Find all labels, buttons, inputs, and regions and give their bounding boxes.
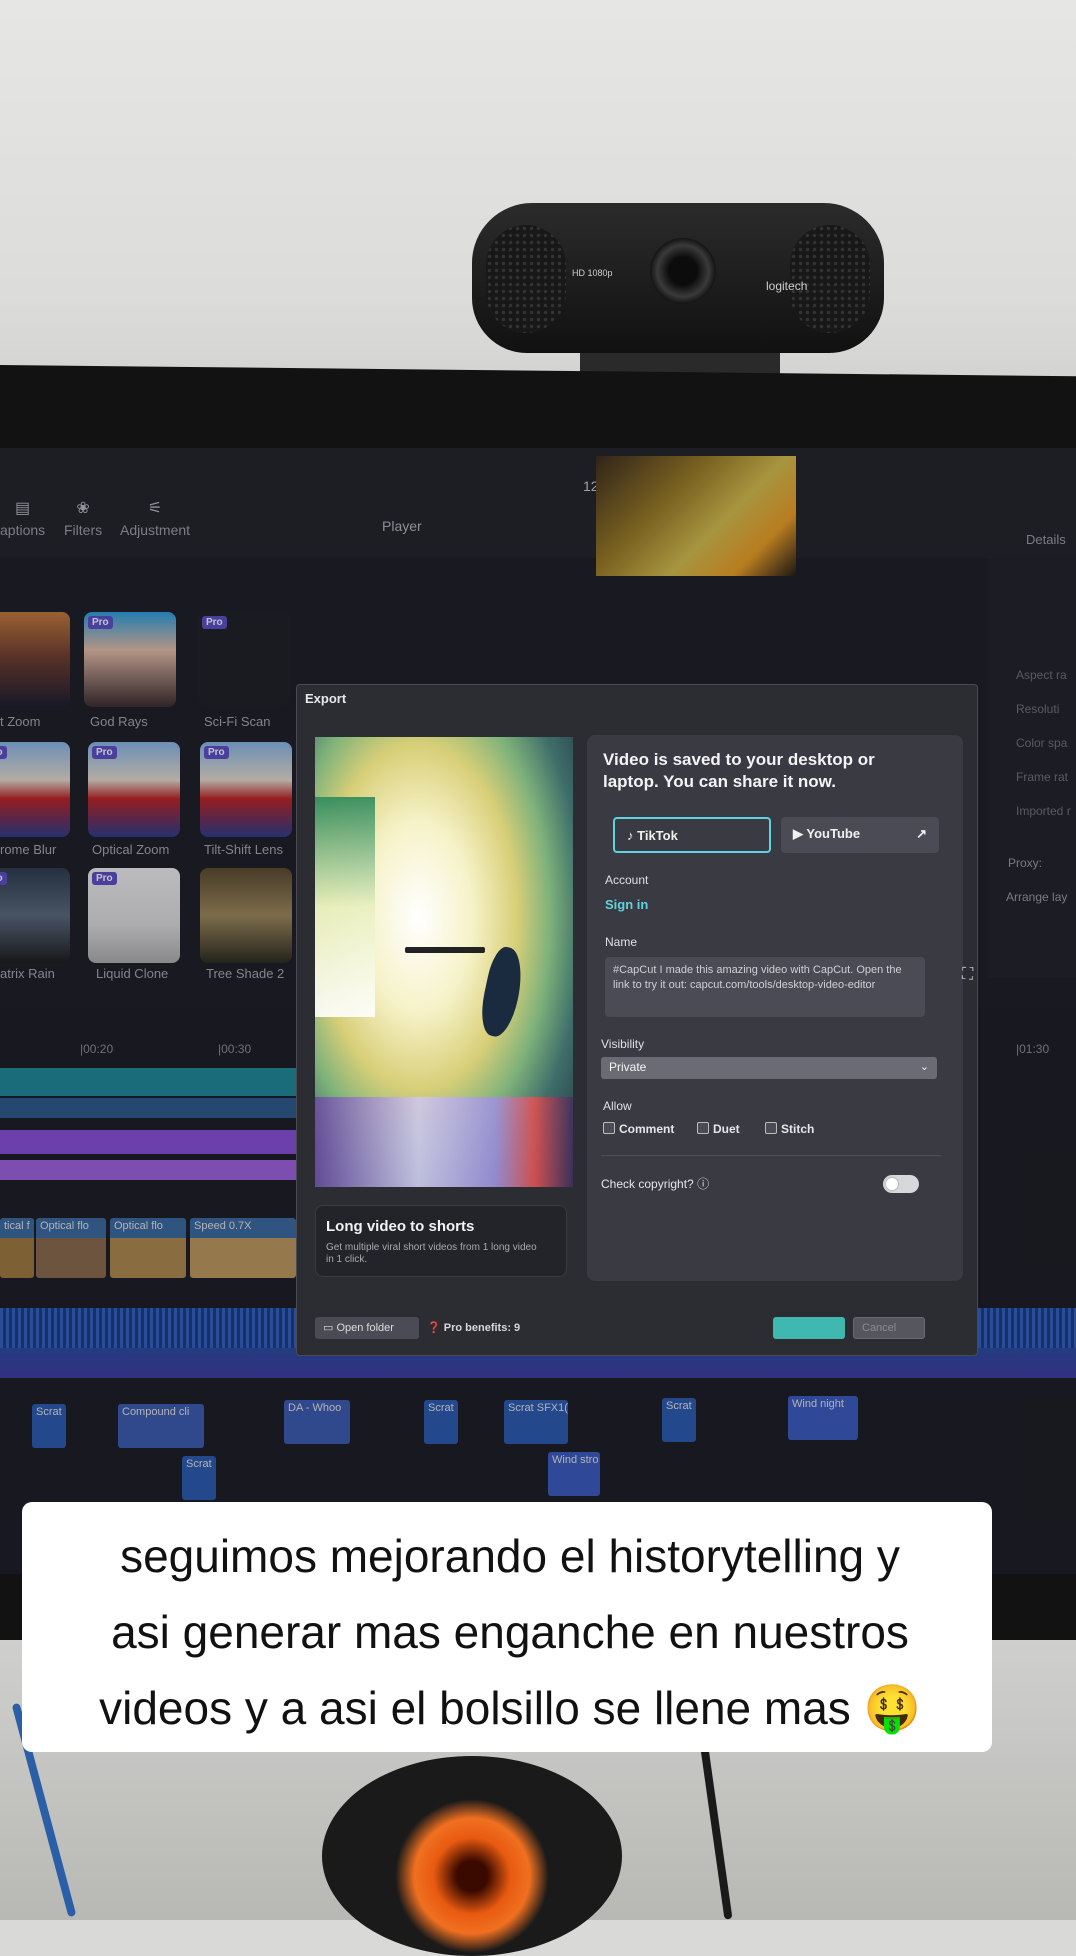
allow-label: Allow <box>603 1099 632 1113</box>
export-dialog: Export Long video to shorts Get multiple… <box>296 684 978 1356</box>
check-copyright-text: Check copyright? <box>601 1177 694 1191</box>
monitor-screen: 1203 ▤ aptions ❀ Filters ⚟ Adjustment Pl… <box>0 448 1076 1574</box>
help-icon: ❓ <box>427 1322 444 1334</box>
checkbox-icon <box>603 1122 615 1134</box>
allow-duet-checkbox[interactable]: Duet <box>697 1122 740 1136</box>
caption-text: seguimos mejorando el historytelling y a… <box>40 1518 980 1746</box>
visibility-select[interactable]: Private ⌄ <box>601 1057 937 1079</box>
chevron-down-icon: ⌄ <box>919 1061 929 1073</box>
pro-benefits[interactable]: ❓ Pro benefits: 9 <box>427 1321 520 1334</box>
visibility-label: Visibility <box>601 1037 645 1051</box>
cancel-button[interactable]: Cancel <box>853 1317 925 1339</box>
share-heading: Video is saved to your desktop or laptop… <box>603 750 875 791</box>
allow-duet-label: Duet <box>713 1122 740 1136</box>
toggle-knob <box>886 1178 898 1190</box>
long-video-to-shorts-card[interactable]: Long video to shorts Get multiple viral … <box>315 1205 567 1277</box>
checkbox-icon <box>765 1122 777 1134</box>
checkbox-icon <box>697 1122 709 1134</box>
copyright-toggle[interactable] <box>883 1175 919 1193</box>
pro-benefits-label: Pro benefits: 9 <box>443 1322 521 1334</box>
external-link-icon: ↗ <box>916 826 927 841</box>
allow-comment-checkbox[interactable]: Comment <box>603 1122 674 1136</box>
preview-figure <box>476 944 528 1040</box>
export-title: Export <box>305 691 347 706</box>
webcam-lens <box>650 238 716 304</box>
tiktok-label: TikTok <box>637 828 678 843</box>
cancel-label: Cancel <box>862 1322 897 1334</box>
lts-title: Long video to shorts <box>326 1218 475 1235</box>
youtube-button[interactable]: ▶ YouTube ↗ <box>781 817 939 853</box>
visibility-value: Private <box>609 1060 647 1074</box>
help-icon: ⓘ <box>697 1177 710 1191</box>
allow-stitch-label: Stitch <box>781 1122 815 1136</box>
allow-stitch-checkbox[interactable]: Stitch <box>765 1122 814 1136</box>
sign-in-link[interactable]: Sign in <box>605 897 648 912</box>
folder-icon: ▭ <box>323 1322 337 1334</box>
youtube-icon: ▶ <box>793 826 807 841</box>
account-label: Account <box>605 873 649 887</box>
open-folder-button[interactable]: ▭ Open folder <box>315 1317 419 1339</box>
webcam-hd-label: HD 1080p <box>572 268 613 278</box>
caption-line: seguimos mejorando el historytelling y <box>120 1530 900 1582</box>
lts-subtitle: Get multiple viral short videos from 1 l… <box>326 1242 537 1265</box>
open-folder-label: Open folder <box>336 1322 394 1334</box>
fullscreen-icon[interactable]: ⛶ <box>962 966 973 984</box>
preview-band <box>315 1097 573 1187</box>
share-panel: Video is saved to your desktop or laptop… <box>587 735 963 1281</box>
youtube-label: YouTube <box>806 826 861 841</box>
preview-streak <box>315 797 375 1017</box>
name-textarea[interactable]: #CapCut I made this amazing video with C… <box>605 957 925 1017</box>
name-label: Name <box>605 935 638 949</box>
webcam-brand: logitech <box>766 279 808 293</box>
tiktok-button[interactable]: ♪ TikTok <box>613 817 771 853</box>
caption-line: videos y a asi el bolsillo se llene mas … <box>99 1682 921 1734</box>
export-video-preview <box>315 737 573 1187</box>
allow-comment-label: Comment <box>619 1122 675 1136</box>
share-confirm-label: Share <box>781 1321 811 1333</box>
preview-caption <box>405 947 485 953</box>
tiktok-icon: ♪ <box>627 828 638 843</box>
caption-line: asi generar mas enganche en nuestros <box>111 1606 909 1658</box>
divider <box>601 1155 941 1156</box>
check-copyright-label: Check copyright? ⓘ <box>601 1175 709 1192</box>
speaker <box>322 1756 622 1956</box>
share-confirm-button[interactable]: Share <box>773 1317 845 1339</box>
webcam-grille-left <box>486 225 566 333</box>
webcam: HD 1080p logitech <box>472 203 884 353</box>
